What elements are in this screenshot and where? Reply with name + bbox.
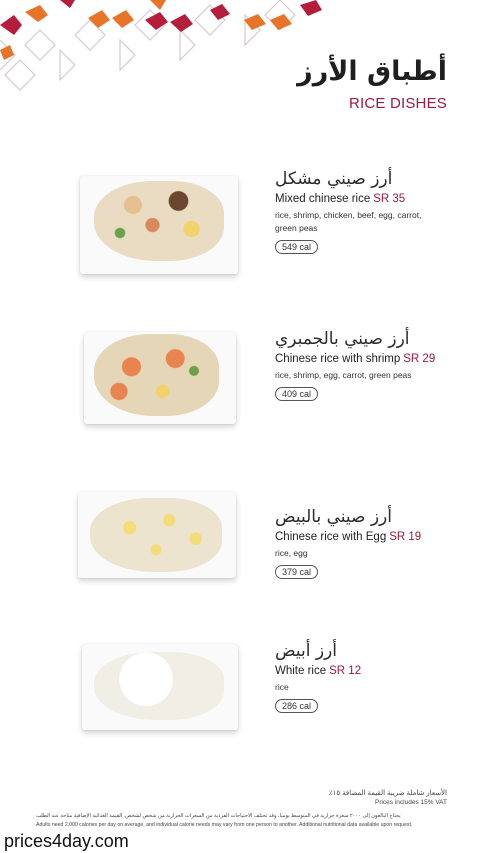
dish-name-line: Chinese rice with shrimp SR 29 xyxy=(275,353,465,365)
dish-info: أرز صيني مشكل Mixed chinese rice SR 35 ri… xyxy=(275,168,465,255)
calorie-badge: 409 cal xyxy=(275,387,319,401)
dish-ingredients: rice, egg xyxy=(275,548,308,558)
dish-chinese-rice-shrimp: أرز صيني بالجمبري Chinese rice with shri… xyxy=(0,328,480,468)
vat-note-arabic: الأسعار شاملة ضريبة القيمة المضافة ١٥٪ xyxy=(328,790,447,797)
dish-photo xyxy=(70,328,250,446)
dish-photo xyxy=(70,640,250,758)
dish-ingredients: rice, shrimp, chicken, beef, egg, carrot… xyxy=(275,210,422,233)
dish-mixed-chinese-rice: أرز صيني مشكل Mixed chinese rice SR 35 ri… xyxy=(0,168,480,308)
dish-chinese-rice-egg: أرز صيني بالبيض Chinese rice with Egg SR … xyxy=(0,490,480,630)
dish-name-line: White rice SR 12 xyxy=(275,665,465,677)
site-watermark: prices4day.com xyxy=(4,831,129,851)
page-title-arabic: أطباق الأرز xyxy=(297,56,447,87)
dish-white-rice: أرز أبيض White rice SR 12 rice 286 cal xyxy=(0,640,480,780)
calorie-badge: 379 cal xyxy=(275,565,319,579)
dish-name-arabic: أرز صيني بالجمبري xyxy=(275,329,410,349)
dish-name-arabic: أرز صيني بالبيض xyxy=(275,507,392,527)
dish-name-line: Chinese rice with Egg SR 19 xyxy=(275,531,465,543)
dish-photo xyxy=(70,168,250,286)
dish-name-english: Chinese rice with shrimp xyxy=(275,353,401,365)
dish-info: أرز أبيض White rice SR 12 rice 286 cal xyxy=(275,640,465,714)
calorie-badge: 286 cal xyxy=(275,699,319,713)
dish-price: SR 19 xyxy=(389,531,422,543)
dish-photo xyxy=(70,490,250,608)
dish-name-arabic: أرز صيني مشكل xyxy=(275,169,393,189)
vat-note-english: Prices includes 15% VAT xyxy=(374,799,447,806)
dish-name-line: Mixed chinese rice SR 35 xyxy=(275,193,465,205)
dish-price: SR 29 xyxy=(403,353,436,365)
calorie-badge: 549 cal xyxy=(275,240,319,254)
decorative-pattern xyxy=(0,0,322,91)
calorie-note-english: Adults need 2,000 calories per day on av… xyxy=(36,822,413,828)
page-title-english: RICE DISHES xyxy=(348,95,447,112)
dish-ingredients: rice xyxy=(275,682,289,692)
dish-price: SR 12 xyxy=(329,665,362,677)
dish-info: أرز صيني بالبيض Chinese rice with Egg SR … xyxy=(275,506,465,580)
dish-name-arabic: أرز أبيض xyxy=(275,641,337,661)
dish-name-english: Mixed chinese rice xyxy=(275,193,371,205)
calorie-note-arabic: يحتاج البالغون إلى ٢٠٠٠ سعرة حرارية في ا… xyxy=(36,813,401,819)
dish-name-english: Chinese rice with Egg xyxy=(275,531,387,543)
dish-price: SR 35 xyxy=(373,193,406,205)
dish-info: أرز صيني بالجمبري Chinese rice with shri… xyxy=(275,328,465,402)
dish-ingredients: rice, shrimp, egg, carrot, green peas xyxy=(275,370,412,380)
dish-name-english: White rice xyxy=(275,665,327,677)
